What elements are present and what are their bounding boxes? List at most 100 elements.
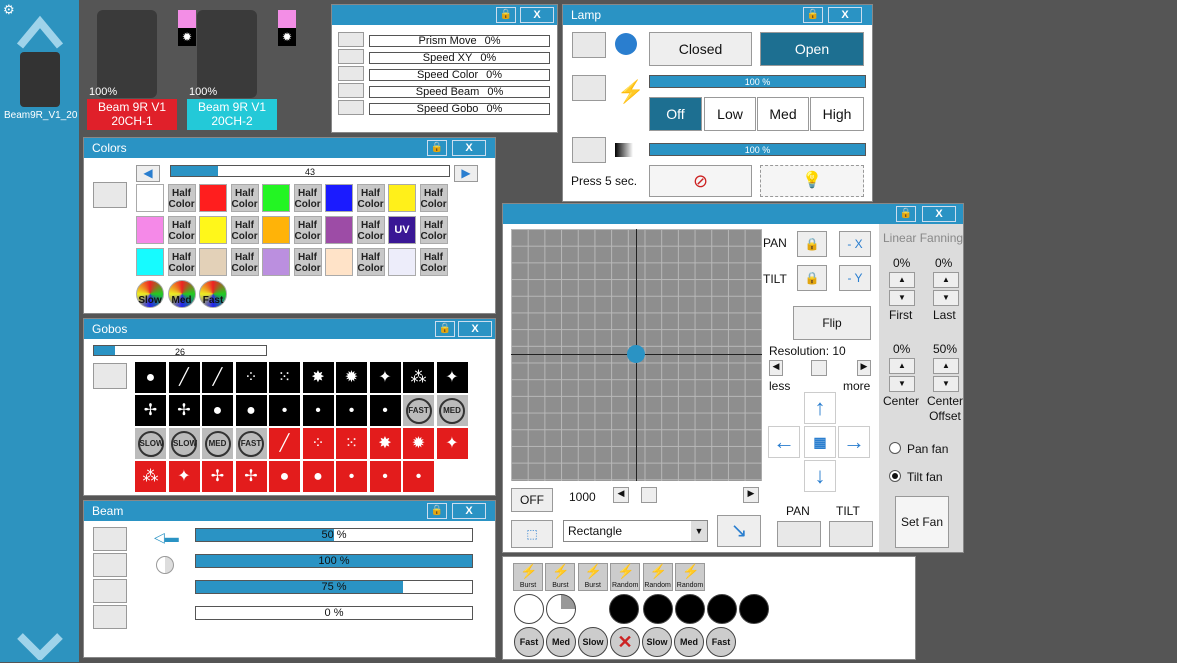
pan-select-button[interactable] bbox=[777, 521, 821, 547]
color-wheel-slow-button[interactable]: Slow bbox=[136, 280, 164, 308]
half-color-button[interactable]: Half Color bbox=[356, 184, 385, 212]
offset-down-button[interactable]: ▼ bbox=[933, 376, 959, 392]
next-color-button[interactable]: ▶ bbox=[454, 165, 478, 182]
set-fan-button[interactable]: Set Fan bbox=[895, 496, 949, 548]
first-up-button[interactable]: ▲ bbox=[889, 272, 915, 288]
off-button[interactable]: Off bbox=[649, 97, 702, 131]
color-wheel-fast-button[interactable]: Fast bbox=[199, 280, 227, 308]
lock-icon[interactable]: 🔒 bbox=[496, 7, 516, 23]
half-color-button[interactable]: Half Color bbox=[293, 248, 322, 276]
half-color-button[interactable]: Half Color bbox=[356, 216, 385, 244]
speed-select-button[interactable] bbox=[338, 83, 364, 98]
select-area-button[interactable]: ⬚ bbox=[511, 520, 553, 548]
lock-icon[interactable]: 🔒 bbox=[803, 7, 823, 23]
lock-icon[interactable]: 🔒 bbox=[896, 206, 916, 222]
gobo-button[interactable]: ⁘ bbox=[235, 362, 267, 393]
half-color-button[interactable]: Half Color bbox=[356, 248, 385, 276]
fixture-1[interactable]: 100% Beam 9R V1 20CH-1 ✹ bbox=[87, 8, 196, 130]
color-wheel-med-button[interactable]: Med bbox=[167, 280, 196, 308]
right-arrow-icon[interactable]: → bbox=[838, 426, 870, 458]
shape-run-button[interactable]: ↘ bbox=[717, 515, 761, 547]
gobo-button[interactable]: ⁘ bbox=[302, 428, 334, 459]
gobo-button[interactable]: ● bbox=[269, 461, 300, 492]
down-arrow-icon[interactable]: ↓ bbox=[804, 460, 836, 492]
gobo-button[interactable]: • bbox=[403, 461, 434, 492]
gobo-button[interactable]: ✢ bbox=[135, 395, 166, 426]
position-cursor[interactable] bbox=[627, 345, 645, 363]
gobo-rotate-slow-button[interactable]: SLOW bbox=[168, 428, 200, 459]
color-swatch[interactable] bbox=[136, 216, 164, 244]
low-button[interactable]: Low bbox=[704, 97, 756, 131]
close-button[interactable]: X bbox=[922, 206, 956, 222]
color-swatch[interactable] bbox=[388, 248, 416, 276]
lock-icon[interactable]: 🔒 bbox=[435, 321, 455, 337]
effect-speed-button[interactable]: Slow bbox=[642, 627, 672, 657]
tilt-lock-button[interactable]: 🔒 bbox=[797, 265, 827, 291]
beam-bar[interactable]: 100 % bbox=[195, 554, 473, 568]
med-button[interactable]: Med bbox=[757, 97, 809, 131]
speed-bar[interactable]: Speed Beam 0% bbox=[369, 86, 550, 98]
half-color-button[interactable]: Half Color bbox=[419, 184, 448, 212]
beam-bar[interactable]: 0 % bbox=[195, 606, 473, 620]
close-button[interactable]: X bbox=[452, 503, 486, 519]
gobo-button[interactable]: ⁙ bbox=[269, 362, 300, 393]
first-down-button[interactable]: ▼ bbox=[889, 290, 915, 306]
gear-icon[interactable]: ⚙ bbox=[3, 2, 15, 18]
gobo-rotate-med-button[interactable]: MED bbox=[436, 395, 468, 426]
half-color-button[interactable]: Half Color bbox=[230, 216, 259, 244]
half-color-button[interactable]: Half Color bbox=[167, 216, 196, 244]
beam-bar[interactable]: 75 % bbox=[195, 580, 473, 594]
dial-5-icon[interactable] bbox=[739, 594, 769, 624]
gobo-button[interactable]: ✦ bbox=[436, 428, 468, 459]
gobo-button[interactable]: • bbox=[336, 461, 367, 492]
up-arrow-icon[interactable]: ↑ bbox=[804, 392, 836, 424]
center-down-button[interactable]: ▼ bbox=[889, 376, 915, 392]
off-button[interactable]: OFF bbox=[511, 488, 553, 512]
pan-tilt-grid[interactable] bbox=[511, 229, 762, 481]
gobo-button[interactable]: ✸ bbox=[369, 428, 401, 459]
effect-speed-button[interactable]: Fast bbox=[514, 627, 544, 657]
resolution-less-button[interactable]: ◀ bbox=[769, 360, 783, 376]
color-swatch[interactable] bbox=[388, 184, 416, 212]
half-color-button[interactable]: Half Color bbox=[293, 216, 322, 244]
center-icon[interactable]: ▦ bbox=[804, 426, 836, 458]
speed-select-button[interactable] bbox=[338, 66, 364, 81]
color-swatch[interactable] bbox=[136, 184, 164, 212]
color-swatch[interactable] bbox=[136, 248, 164, 276]
gobo-button[interactable]: ● bbox=[135, 362, 166, 393]
beam-select-button[interactable] bbox=[93, 579, 127, 603]
close-button[interactable]: X bbox=[458, 321, 492, 337]
lamp-off-button[interactable]: ⊘ bbox=[649, 165, 752, 197]
half-color-button[interactable]: Half Color bbox=[230, 184, 259, 212]
color-swatch[interactable] bbox=[325, 184, 353, 212]
uv-swatch[interactable]: UV bbox=[388, 216, 416, 244]
color-swatch[interactable] bbox=[325, 248, 353, 276]
gobo-button[interactable]: ✸ bbox=[302, 362, 334, 393]
high-button[interactable]: High bbox=[810, 97, 864, 131]
color-slider[interactable]: 43 bbox=[170, 165, 450, 177]
gobo-button[interactable]: ✦ bbox=[168, 461, 200, 492]
pan-fan-radio[interactable] bbox=[889, 442, 901, 454]
dimmer-bar[interactable]: 100 % bbox=[649, 143, 866, 156]
gobo-rotate-med-button[interactable]: MED bbox=[202, 428, 233, 459]
gobo-button[interactable]: ✹ bbox=[403, 428, 434, 459]
gobo-button[interactable]: ╱ bbox=[202, 362, 233, 393]
gobo-button[interactable]: ⁂ bbox=[135, 461, 166, 492]
color-swatch[interactable] bbox=[262, 216, 290, 244]
half-color-button[interactable]: Half Color bbox=[293, 184, 322, 212]
beam-bar[interactable]: 50 % bbox=[195, 528, 473, 542]
speed-bar[interactable]: Speed XY 0% bbox=[369, 52, 550, 64]
pan-lock-button[interactable]: 🔒 bbox=[797, 231, 827, 257]
resolution-more-button[interactable]: ▶ bbox=[857, 360, 871, 376]
resolution-slider-thumb[interactable] bbox=[811, 360, 827, 376]
center-up-button[interactable]: ▲ bbox=[889, 358, 915, 374]
tilt-fan-radio[interactable] bbox=[889, 470, 901, 482]
flip-button[interactable]: Flip bbox=[793, 306, 871, 340]
shutter-select-button[interactable] bbox=[572, 32, 606, 58]
invert-x-button[interactable]: - X bbox=[839, 231, 871, 257]
strobe-button[interactable]: ⚡ Burst bbox=[577, 563, 608, 591]
speed-bar[interactable]: Prism Move 0% bbox=[369, 35, 550, 47]
effect-full-icon[interactable] bbox=[514, 594, 544, 624]
effect-speed-button[interactable]: Fast bbox=[706, 627, 736, 657]
dial-3-icon[interactable] bbox=[675, 594, 705, 624]
